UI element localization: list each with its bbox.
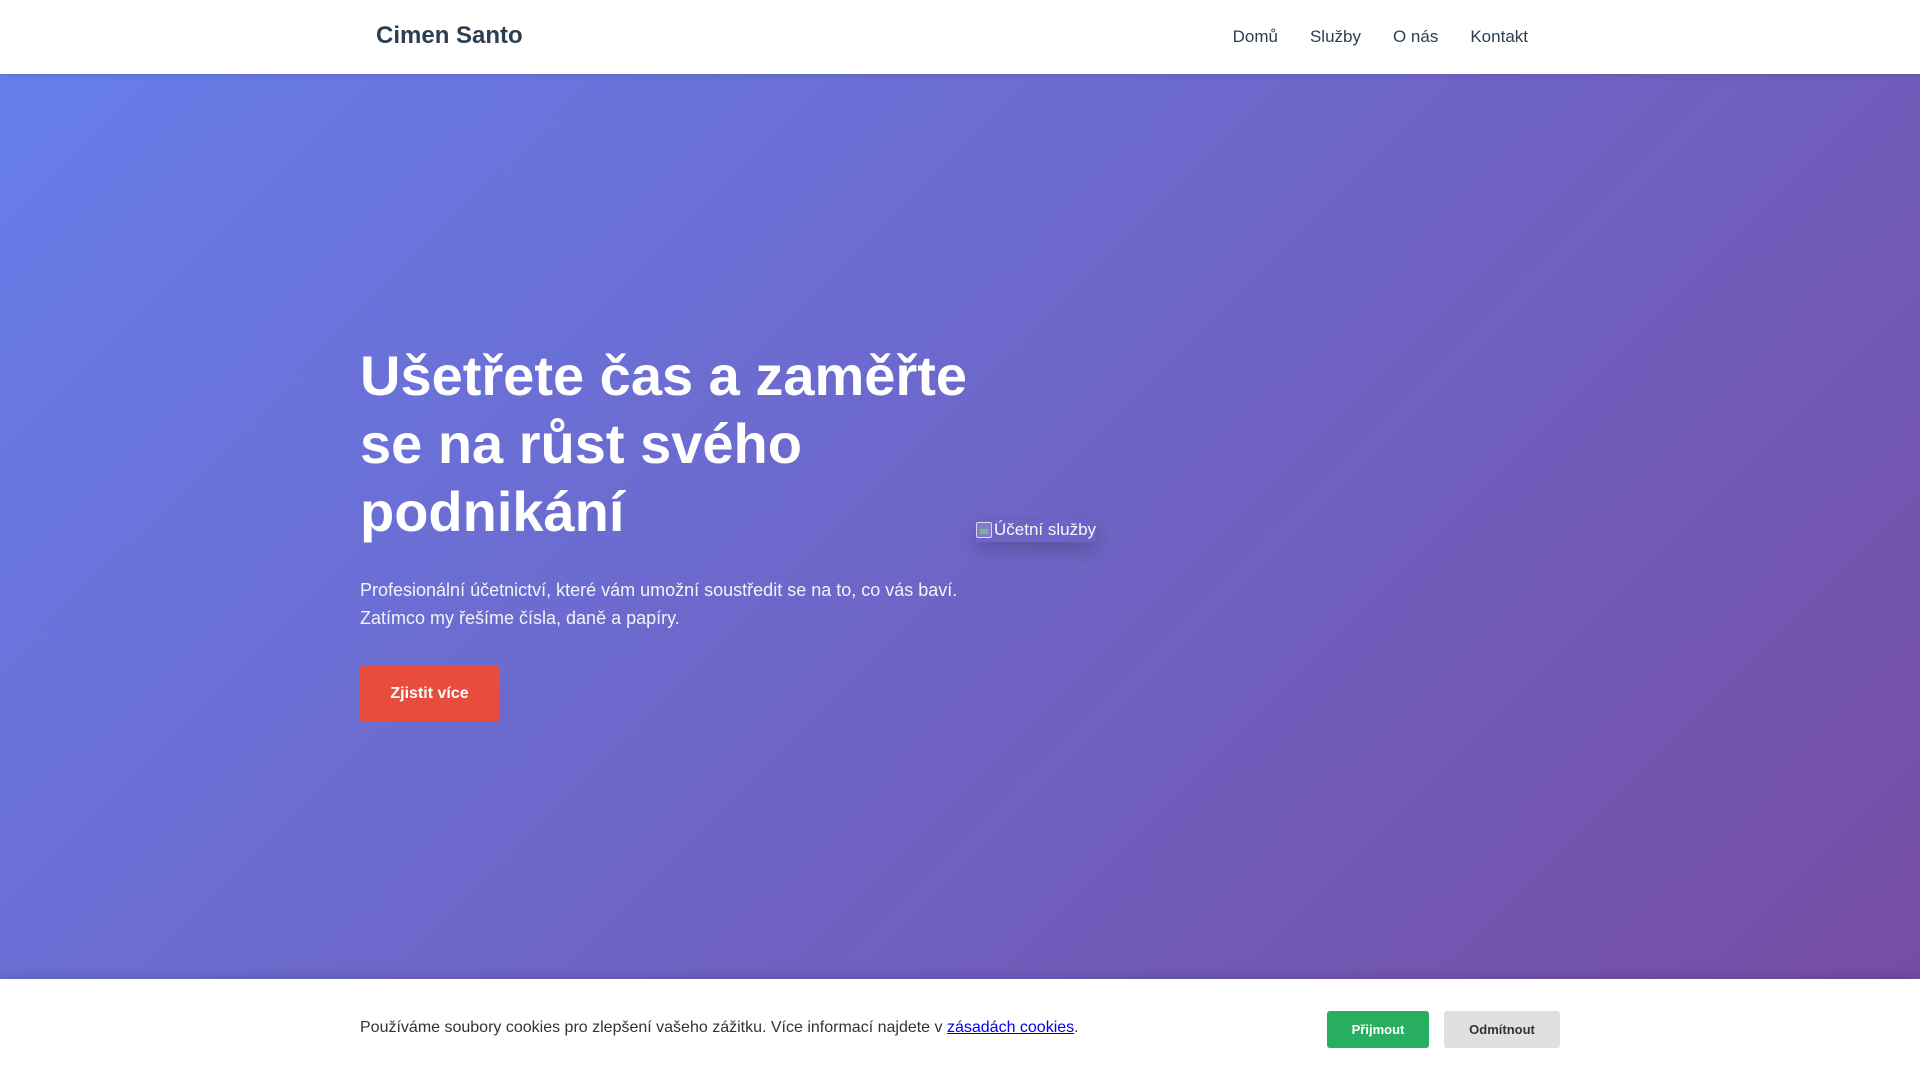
hero-image: Účetní služby	[976, 520, 1096, 542]
nav-link-contact[interactable]: Kontakt	[1470, 27, 1528, 47]
nav-link-about[interactable]: O nás	[1393, 27, 1438, 47]
cookie-message-text: Používáme soubory cookies pro zlepšení v…	[360, 1019, 947, 1036]
hero-subtitle: Profesionální účetnictví, které vám umož…	[360, 580, 958, 628]
nav-link-services[interactable]: Služby	[1310, 27, 1361, 47]
cookie-policy-link[interactable]: zásadách cookies	[947, 1019, 1074, 1036]
hero-section: Ušetřete čas a zaměřte se na růst svého …	[0, 74, 1920, 1080]
cookie-message-end: .	[1074, 1019, 1079, 1036]
main-nav: Domů Služby O nás Kontakt	[1233, 0, 1528, 74]
decline-cookies-button[interactable]: Odmítnout	[1444, 1011, 1560, 1048]
nav-link-home[interactable]: Domů	[1233, 27, 1278, 47]
site-header: Cimen Santo Domů Služby O nás Kontakt	[0, 0, 1920, 74]
hero-title: Ušetřete čas a zaměřte se na růst svého …	[360, 344, 968, 543]
broken-image-icon	[976, 522, 992, 538]
accept-cookies-button[interactable]: Přijmout	[1327, 1011, 1429, 1048]
cookie-banner: Používáme soubory cookies pro zlepšení v…	[0, 979, 1920, 1080]
cookie-message: Používáme soubory cookies pro zlepšení v…	[360, 1019, 1079, 1037]
learn-more-button[interactable]: Zjistit více	[360, 666, 499, 721]
hero-image-alt: Účetní služby	[994, 520, 1097, 539]
site-logo[interactable]: Cimen Santo	[376, 22, 523, 50]
page: Cimen Santo Domů Služby O nás Kontakt Uš…	[0, 0, 1920, 1080]
